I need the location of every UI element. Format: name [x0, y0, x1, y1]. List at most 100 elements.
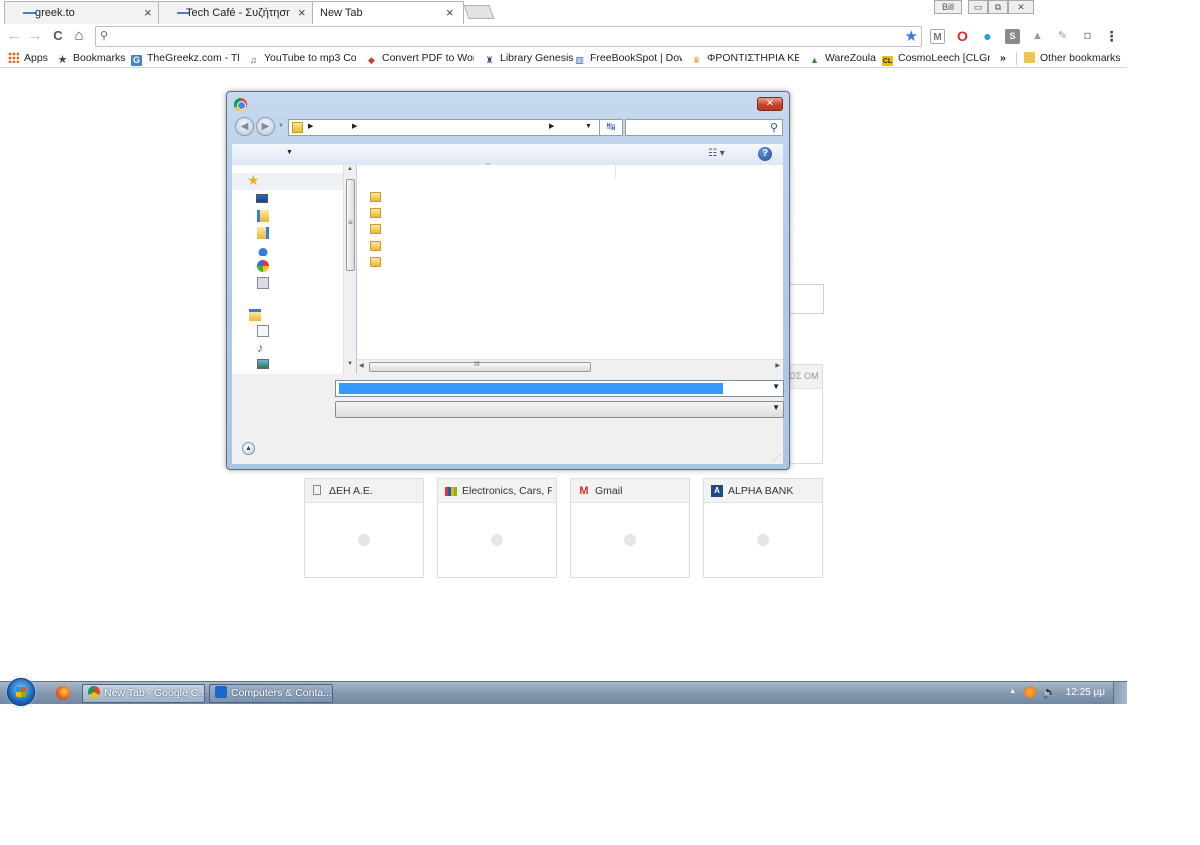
change-view-icon[interactable]: ☷ ▾	[708, 148, 725, 159]
recent-locations-arrow-icon[interactable]: ▼	[278, 123, 284, 129]
blue-extension-icon[interactable]: ●	[980, 29, 995, 44]
start-button[interactable]	[7, 678, 35, 706]
dialog-address-bar[interactable]: ▶ ▶ ▶ ▼	[288, 119, 623, 136]
ntp-tile-deh[interactable]: ΔΕΗ Α.Ε.	[304, 478, 424, 578]
forward-button[interactable]: →	[26, 27, 44, 45]
back-button[interactable]: ←	[5, 27, 23, 45]
bookmark-star-icon[interactable]: ★	[905, 27, 918, 45]
organize-dropdown-icon[interactable]: ▼	[286, 149, 293, 156]
picasa-icon[interactable]	[257, 260, 269, 272]
file-name-dropdown-icon[interactable]: ▼	[772, 382, 780, 391]
tab-tech-cafe[interactable]: Tech Café - Συζήτηση πε ×	[158, 1, 314, 24]
onedrive-icon[interactable]	[257, 244, 269, 256]
bookmark-other-bookmarks[interactable]: Other bookmarks	[1024, 51, 1121, 66]
file-type-select[interactable]: ▼	[335, 401, 784, 418]
close-window-button[interactable]: ✕	[1008, 0, 1034, 14]
more-bookmarks-chevron[interactable]: »	[1000, 51, 1006, 66]
show-hidden-icons-arrow[interactable]: ▲	[1009, 688, 1016, 695]
new-tab-button[interactable]	[463, 5, 495, 19]
bookmark-warezoula[interactable]: ▲ WareZoula	[809, 51, 876, 66]
ntp-tile-gmail[interactable]: M Gmail	[570, 478, 690, 578]
hide-folders-button[interactable]: ▲	[242, 442, 255, 455]
tab-new-tab[interactable]: New Tab ×	[312, 1, 464, 25]
music-icon[interactable]: ♪	[257, 341, 269, 354]
dialog-back-button[interactable]: ◀	[235, 117, 254, 136]
grey-extension-icon[interactable]: S	[1005, 29, 1020, 44]
libraries-icon[interactable]	[249, 309, 261, 321]
help-icon[interactable]: ?	[758, 147, 772, 161]
dialog-forward-button[interactable]: ▶	[256, 117, 275, 136]
minimize-button[interactable]: ▭	[968, 0, 988, 14]
tab-close-button[interactable]: ×	[144, 5, 152, 20]
scroll-up-arrow-icon[interactable]: ▲	[347, 166, 353, 172]
scroll-down-arrow-icon[interactable]: ▼	[347, 361, 353, 367]
ntp-tile-partial[interactable]: ΟΣ ΟΜ	[789, 364, 823, 464]
path-chevron-icon[interactable]: ▶	[352, 122, 357, 130]
folder-icon[interactable]	[370, 192, 381, 202]
dialog-close-button[interactable]: ✕	[757, 97, 783, 111]
bookmark-thegreekz[interactable]: G TheGreekz.com - The	[131, 51, 239, 66]
taskbar-button-teamviewer[interactable]: Computers & Conta...	[209, 684, 333, 703]
favorites-row[interactable]: ★	[232, 172, 343, 190]
opera-icon[interactable]: O	[955, 29, 970, 44]
file-list-horizontal-scrollbar[interactable]: ◀ III ▶	[357, 359, 783, 374]
reload-button[interactable]: C	[49, 27, 67, 45]
navpane-scrollbar[interactable]: ▲ ≡ ▼	[343, 165, 356, 374]
maximize-button[interactable]: ⧉	[988, 0, 1008, 14]
file-type-dropdown-icon[interactable]: ▼	[772, 403, 780, 412]
bookmark-apps[interactable]: Apps	[8, 51, 48, 66]
recent-places-icon[interactable]	[257, 227, 269, 239]
bookmark-youtube-mp3[interactable]: ♫ YouTube to mp3 Con	[248, 51, 356, 66]
folder-icon[interactable]	[370, 257, 381, 267]
gmail-checker-icon[interactable]: M	[930, 29, 945, 44]
file-name-input[interactable]: ▼	[335, 380, 784, 397]
address-dropdown-icon[interactable]: ▼	[585, 123, 592, 130]
column-divider[interactable]	[615, 165, 616, 179]
folder-icon[interactable]	[370, 241, 381, 251]
ntp-tile-alpha-bank[interactable]: A ALPHA BANK	[703, 478, 823, 578]
folder-icon[interactable]	[370, 224, 381, 234]
dialog-search-input[interactable]: ⚲	[625, 119, 783, 136]
computer-icon[interactable]	[257, 277, 269, 289]
taskbar-button-chrome[interactable]: New Tab - Google C...	[82, 684, 205, 703]
path-chevron-icon[interactable]: ▶	[308, 122, 313, 130]
folder-icon[interactable]	[370, 208, 381, 218]
bookmark-library-genesis[interactable]: ♜ Library Genesis	[484, 51, 573, 66]
tab-close-button[interactable]: ×	[298, 5, 306, 20]
show-desktop-button[interactable]	[1113, 682, 1127, 704]
drive-icon[interactable]: ▲	[1030, 29, 1045, 44]
resize-grip-icon[interactable]: ⋰	[773, 453, 781, 462]
ntp-search-box[interactable]	[788, 284, 824, 314]
documents-icon[interactable]	[257, 325, 269, 337]
ntp-tile-ebay[interactable]: Electronics, Cars, Fas	[437, 478, 557, 578]
folder-icon	[292, 122, 303, 133]
bookmark-bookmarks[interactable]: ★ Bookmarks	[57, 51, 126, 66]
hscroll-thumb[interactable]: III	[369, 361, 591, 372]
downloads-icon[interactable]	[257, 210, 269, 222]
pictures-icon[interactable]	[257, 359, 269, 369]
tab-strip: greek.to × Tech Café - Συζήτηση πε × New…	[0, 0, 1127, 25]
avast-icon[interactable]	[1024, 686, 1036, 698]
tab-close-button[interactable]: ×	[446, 5, 454, 20]
home-button[interactable]: ⌂	[70, 27, 88, 45]
navpane-scroll-thumb[interactable]: ≡	[346, 179, 355, 271]
camera-extension-icon[interactable]: ◘	[1080, 29, 1095, 44]
tab-greek-to[interactable]: greek.to ×	[4, 1, 160, 24]
bookmark-convert-pdf[interactable]: ◆ Convert PDF to Word	[366, 51, 474, 66]
scroll-left-arrow-icon[interactable]: ◀	[359, 362, 364, 369]
bookmark-freebookspot[interactable]: ▥FreeBookSpot | Down	[574, 51, 682, 66]
refresh-icon[interactable]: ↹	[599, 119, 623, 136]
volume-muted-icon[interactable]: 🔈	[1042, 685, 1057, 699]
taskbar-clock[interactable]: 12:25 μμ	[1066, 687, 1105, 698]
book-icon: ▥	[575, 55, 584, 65]
user-profile-button[interactable]: Bill	[934, 0, 962, 14]
bookmark-cosmoleech[interactable]: CLCosmoLeech [CLGrTe	[882, 51, 990, 66]
path-chevron-icon[interactable]: ▶	[549, 122, 554, 130]
menu-icon[interactable]: ⋮	[1104, 29, 1119, 44]
bookmark-frontistiria[interactable]: ♛ΦΡΟΝΤΙΣΤΗΡΙΑ ΚΕΛΑ	[691, 51, 799, 66]
desktop-icon[interactable]	[256, 194, 268, 203]
scroll-right-arrow-icon[interactable]: ▶	[775, 362, 780, 369]
address-bar[interactable]: ⚲ ★	[95, 26, 922, 47]
pencil-extension-icon[interactable]: ✎	[1055, 29, 1070, 44]
firefox-icon[interactable]	[56, 686, 70, 700]
